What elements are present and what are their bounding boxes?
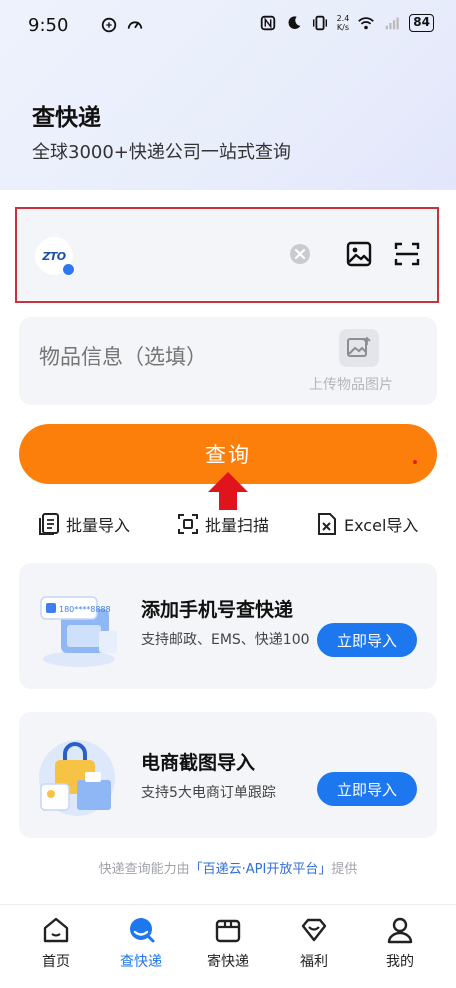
tab-track-parcel[interactable]: 查快递 [111,915,171,971]
phone-number-text: 180****8888 [59,605,111,614]
scan-frame-icon [178,514,198,534]
clear-icon[interactable] [289,243,311,265]
search-parcel-icon [130,918,155,943]
carrier-selected-badge [62,263,75,276]
diamond-icon [301,918,327,942]
scan-icon[interactable] [393,240,421,268]
excel-import-label: Excel导入 [344,516,419,535]
excel-icon [318,513,336,535]
moon-icon [288,16,300,29]
card-description: 支持5大电商订单跟踪 [141,785,276,801]
speedometer-icon [128,21,143,29]
upload-image-button[interactable] [339,329,379,367]
tab-home[interactable]: 首页 [26,915,86,971]
tab-profile[interactable]: 我的 [370,915,430,971]
batch-import-button[interactable]: 批量导入 [38,512,130,536]
document-list-icon [39,513,59,535]
action-row: 批量导入 批量扫描 Excel导入 [0,512,456,542]
page-subtitle: 全球3000+快递公司一站式查询 [32,142,291,163]
batch-scan-button[interactable]: 批量扫描 [177,512,269,536]
powered-by-note: 快递查询能力由「百递云·API开放平台」提供 [98,862,358,877]
carrier-logo-text: ZTO [42,249,66,263]
upload-image-icon [347,336,371,357]
wifi-icon [358,17,375,30]
status-time: 9:50 [28,14,69,36]
signal-icon [385,17,400,30]
image-recognition-icon[interactable] [345,240,373,268]
home-icon [43,917,69,943]
excel-import-button[interactable]: Excel导入 [316,512,418,536]
user-icon [387,917,413,944]
card-title: 电商截图导入 [141,752,256,774]
tracking-number-input-box[interactable]: ZTO [15,207,439,303]
item-info-input[interactable] [39,345,299,369]
api-platform-link[interactable]: 「百递云·API开放平台」 [190,862,332,877]
ecommerce-screenshot-card[interactable]: 电商截图导入 支持5大电商订单跟踪 立即导入 [19,712,437,838]
status-bar: 9:50 2.4 K/s 84 [0,0,456,50]
phone-parcel-illustration: 180****8888 [40,596,117,667]
net-speed: 2.4 K/s [336,14,350,32]
red-arrow-annotation [208,472,248,510]
bottom-tab-bar: 首页 查快递 寄快递 福利 我的 [0,904,456,988]
page-title: 查快递 [32,105,101,131]
carrier-logo[interactable]: ZTO [35,237,75,276]
shopping-bag-illustration [39,740,115,816]
red-dot-marker [413,460,417,464]
import-now-button[interactable]: 立即导入 [317,623,417,657]
batch-scan-label: 批量扫描 [205,516,270,535]
nfc-icon [260,15,275,31]
parcel-box-icon [215,919,241,943]
item-info-box: 上传物品图片 [19,317,437,405]
card-title: 添加手机号查快递 [141,599,294,621]
tab-send-parcel[interactable]: 寄快递 [198,915,258,971]
upload-image-label: 上传物品图片 [309,377,393,393]
battery-indicator: 84 [409,14,434,32]
card-description: 支持邮政、EMS、快递100 [141,632,310,648]
cloud-icon [102,17,117,33]
vibrate-icon [312,15,327,31]
import-now-button[interactable]: 立即导入 [317,772,417,806]
tab-benefits[interactable]: 福利 [284,915,344,971]
batch-import-label: 批量导入 [66,516,131,535]
phone-tracking-card[interactable]: 180****8888 添加手机号查快递 支持邮政、EMS、快递100 立即导入 [19,563,437,689]
